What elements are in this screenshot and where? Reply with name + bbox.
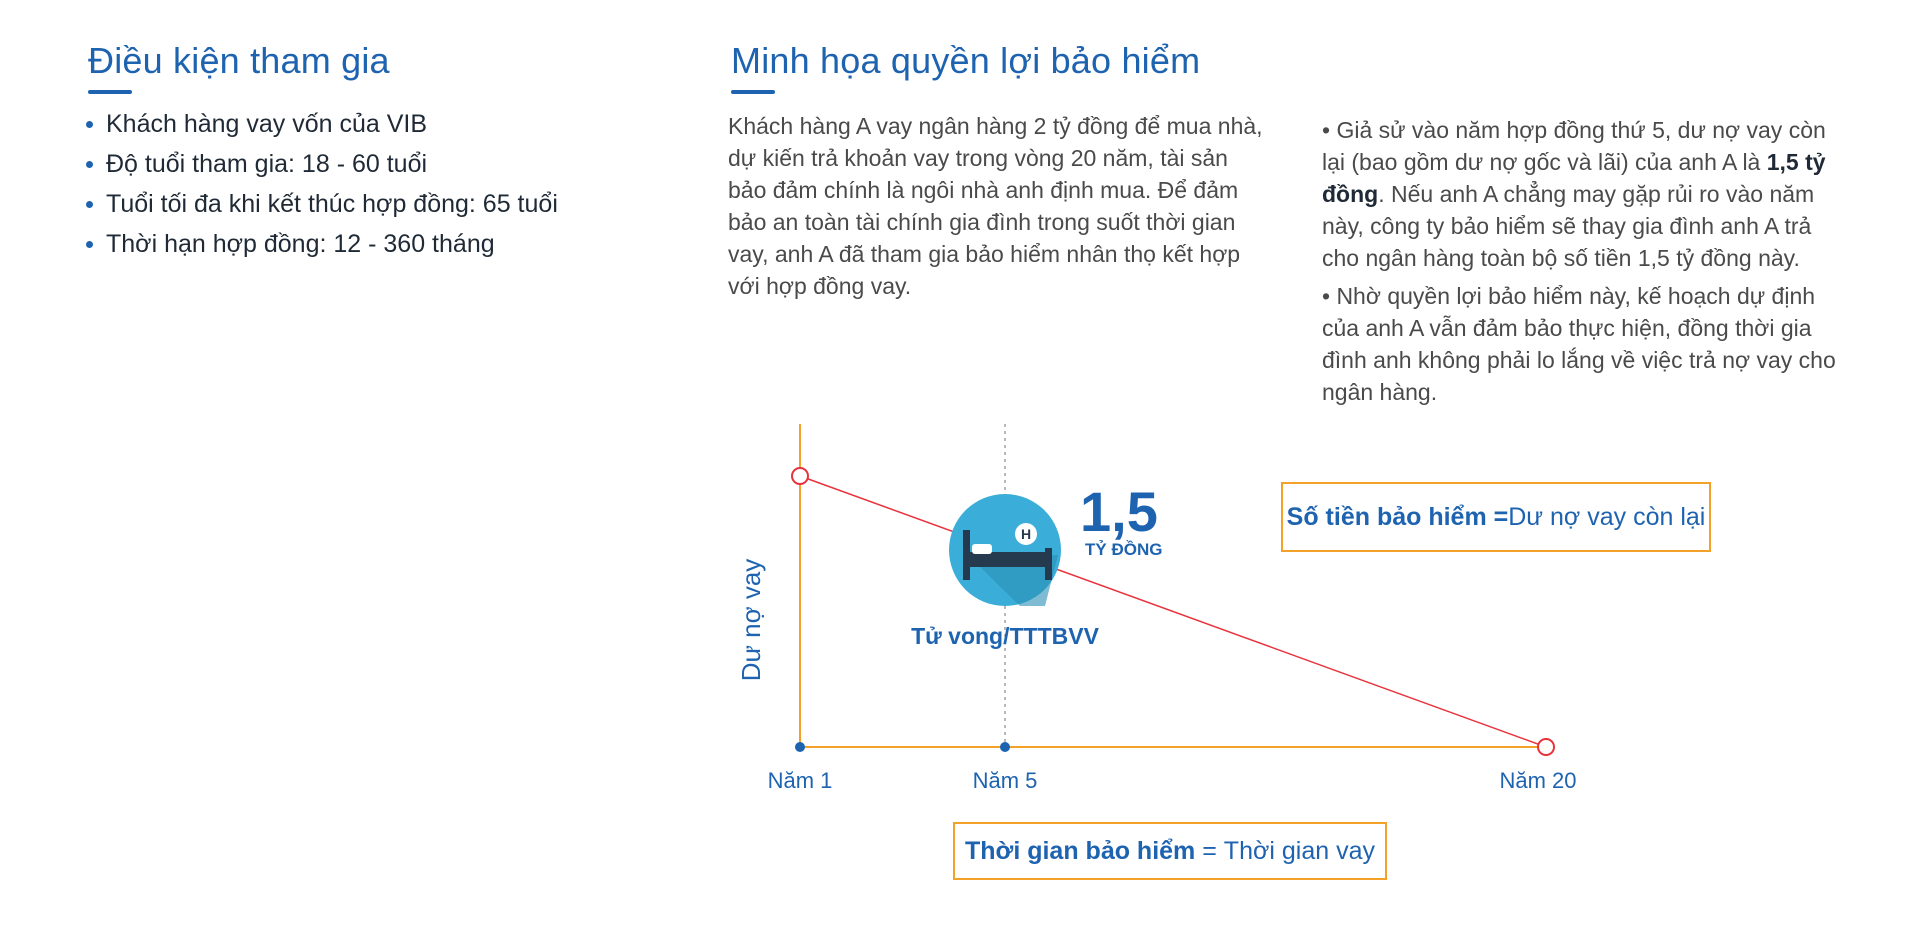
y-axis-label: Dư nợ vay [736, 559, 766, 682]
x-tick-year-5 [1000, 742, 1010, 752]
condition-item: Thời hạn hợp đồng: 12 - 360 tháng [86, 224, 558, 264]
conditions-title: Điều kiện tham gia [88, 40, 390, 81]
condition-item: Độ tuổi tham gia: 18 - 60 tuổi [86, 144, 558, 184]
x-label-year-1: Năm 1 [768, 768, 833, 793]
illustration-title-underline [731, 90, 775, 94]
highlight-unit: TỶ ĐỒNG [1085, 540, 1162, 559]
illustration-note-1: • Giả sử vào năm hợp đồng thứ 5, dư nợ v… [1322, 114, 1852, 274]
balance-start-point [791, 467, 809, 485]
illustration-intro: Khách hàng A vay ngân hàng 2 tỷ đồng để … [728, 113, 1263, 299]
hospital-bed-icon: H [949, 494, 1061, 606]
loan-balance-chart: Dư nợ vay Năm 1 Năm 5 Năm 20 H 1,5 TỶ ĐỒ… [736, 424, 1577, 793]
balance-end-point [1537, 738, 1555, 756]
x-label-year-20: Năm 20 [1499, 768, 1576, 793]
note-1-pre: • Giả sử vào năm hợp đồng thứ 5, dư nợ v… [1322, 117, 1826, 175]
insurance-period-equals: = [1195, 836, 1224, 865]
x-tick-year-1 [795, 742, 805, 752]
sum-insured-value: Dư nợ vay còn lại [1508, 502, 1706, 531]
illustration-title: Minh họa quyền lợi bảo hiểm [731, 40, 1201, 81]
insurance-period-box: Thời gian bảo hiểm = Thời gian vay [953, 822, 1387, 880]
svg-text:H: H [1021, 526, 1031, 542]
sum-insured-box: Số tiền bảo hiểm = Dư nợ vay còn lại [1281, 482, 1711, 552]
condition-item: Khách hàng vay vốn của VIB [86, 104, 558, 144]
condition-item: Tuổi tối đa khi kết thúc hợp đồng: 65 tu… [86, 184, 558, 224]
conditions-title-underline [88, 90, 132, 94]
insurance-period-label: Thời gian bảo hiểm [965, 836, 1196, 865]
highlight-event: Tử vong/TTTBVV [911, 623, 1100, 649]
conditions-list: Khách hàng vay vốn của VIB Độ tuổi tham … [86, 104, 558, 264]
sum-insured-label: Số tiền bảo hiểm = [1286, 502, 1509, 531]
note-1-post: . Nếu anh A chẳng may gặp rủi ro vào năm… [1322, 181, 1815, 271]
insurance-period-value: Thời gian vay [1223, 836, 1375, 865]
x-label-year-5: Năm 5 [973, 768, 1038, 793]
highlight-value: 1,5 [1080, 480, 1158, 543]
illustration-note-2: • Nhờ quyền lợi bảo hiểm này, kế hoạch d… [1322, 283, 1836, 405]
